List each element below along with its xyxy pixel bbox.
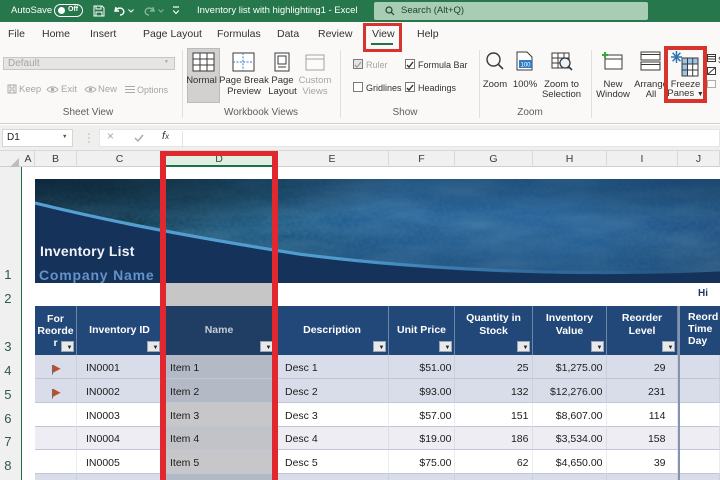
svg-text:Company Name: Company Name: [39, 267, 154, 283]
svg-text:Inventory List: Inventory List: [40, 243, 135, 259]
svg-text:100: 100: [520, 63, 531, 69]
